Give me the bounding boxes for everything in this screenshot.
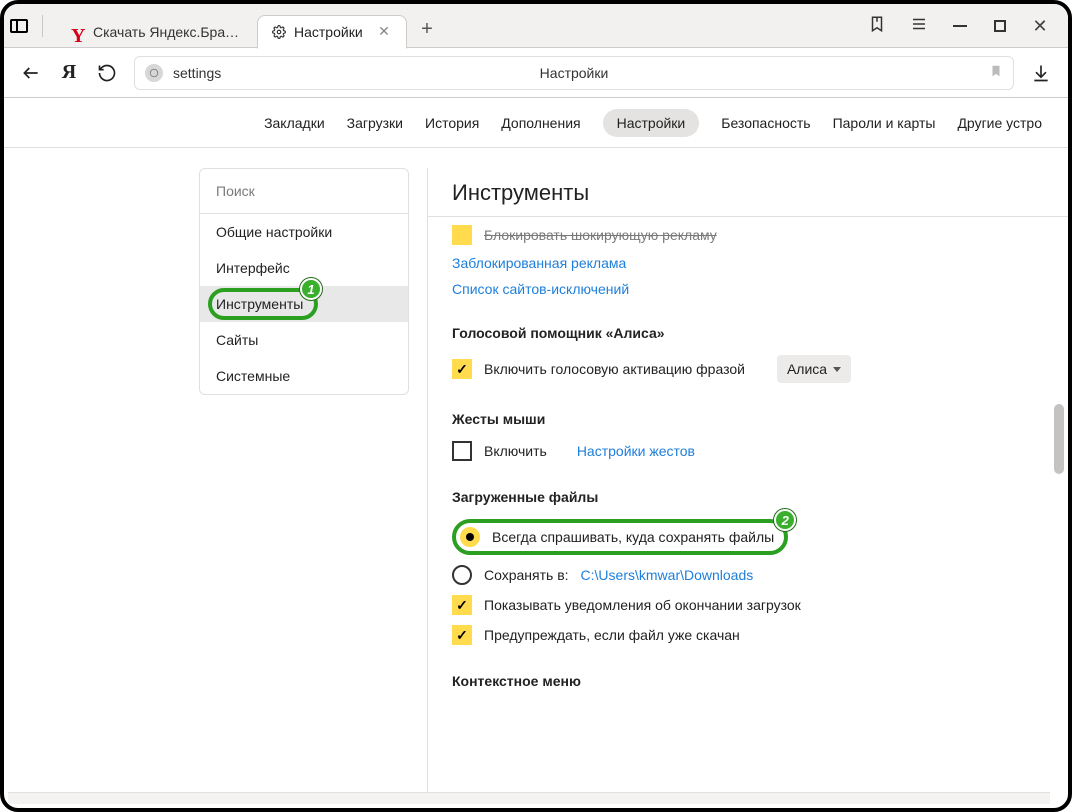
callout-badge-2: 2 (774, 509, 796, 531)
tab-title: Скачать Яндекс.Браузер д (93, 24, 243, 40)
tab-strip: Y Скачать Яндекс.Браузер д Настройки ✕ + (4, 4, 1068, 48)
radio-save-to[interactable] (452, 565, 472, 585)
tab-bookmarks[interactable]: Закладки (264, 115, 325, 131)
group-context-menu-title: Контекстное меню (452, 673, 1044, 689)
downloads-button[interactable] (1030, 62, 1052, 84)
callout-badge-1: 1 (300, 278, 322, 300)
tab-title: Настройки (294, 24, 363, 40)
horizontal-scrollbar[interactable] (8, 792, 1050, 804)
bookmark-flag-icon[interactable] (989, 64, 1003, 82)
link-gesture-settings[interactable]: Настройки жестов (577, 443, 695, 459)
link-download-path[interactable]: C:\Users\kmwar\Downloads (581, 567, 754, 583)
sidebar-toggle-icon[interactable] (10, 19, 28, 33)
cutoff-text: Блокировать шокирующую рекламу (484, 227, 717, 243)
sidebar-item-system[interactable]: Системные (200, 358, 408, 394)
callout-row-always-ask: Всегда спрашивать, куда сохранять файлы … (452, 519, 788, 555)
chevron-down-icon (833, 367, 841, 372)
checkbox-download-notify-label: Показывать уведомления об окончании загр… (484, 597, 801, 613)
checkbox-mouse-label: Включить (484, 443, 547, 459)
tab-active[interactable]: Настройки ✕ (257, 15, 407, 49)
dropdown-value: Алиса (787, 361, 827, 377)
window-close-button[interactable]: ✕ (1032, 18, 1048, 34)
home-yandex-icon[interactable]: Я (58, 62, 80, 84)
settings-content: Инструменты Блокировать шокирующую рекла… (427, 168, 1068, 796)
window-maximize-button[interactable] (992, 18, 1008, 34)
radio-save-to-label: Сохранять в: (484, 567, 569, 583)
tab-security[interactable]: Безопасность (721, 115, 810, 131)
url-field[interactable]: settings Настройки (134, 56, 1014, 90)
checkbox-warn-duplicate-label: Предупреждать, если файл уже скачан (484, 627, 740, 643)
group-alice-title: Голосовой помощник «Алиса» (452, 325, 1044, 341)
address-bar: Я settings Настройки (4, 48, 1068, 98)
settings-sidebar: Поиск Общие настройки Интерфейс Инструме… (199, 168, 409, 395)
reload-button[interactable] (96, 62, 118, 84)
radio-always-ask-label: Всегда спрашивать, куда сохранять файлы (492, 529, 774, 545)
dropdown-alice-phrase[interactable]: Алиса (777, 355, 851, 383)
checkbox-alice-voice-label: Включить голосовую активацию фразой (484, 361, 745, 377)
tab-history[interactable]: История (425, 115, 479, 131)
sidebar-search[interactable]: Поиск (200, 169, 408, 214)
gear-icon (272, 25, 286, 39)
window-controls: ✕ (868, 15, 1062, 36)
new-tab-button[interactable]: + (413, 16, 441, 44)
tab-close-icon[interactable]: ✕ (376, 24, 392, 40)
tab-passwords[interactable]: Пароли и карты (833, 115, 936, 131)
checkbox-cutoff (452, 225, 472, 245)
main-area: Поиск Общие настройки Интерфейс Инструме… (4, 148, 1068, 796)
tab-settings[interactable]: Настройки (603, 109, 700, 137)
checkbox-mouse-gestures[interactable] (452, 441, 472, 461)
settings-tabs: Закладки Загрузки История Дополнения Нас… (4, 98, 1068, 148)
tab-downloads[interactable]: Загрузки (347, 115, 403, 131)
checkbox-download-notify[interactable] (452, 595, 472, 615)
link-exceptions[interactable]: Список сайтов-исключений (452, 281, 629, 297)
favicon-yandex-icon: Y (71, 25, 85, 39)
tab-addons[interactable]: Дополнения (501, 115, 580, 131)
divider (42, 15, 43, 37)
tab-inactive[interactable]: Y Скачать Яндекс.Браузер д (57, 15, 257, 49)
sidebar-item-label: Инструменты (216, 296, 303, 312)
site-info-icon[interactable] (145, 64, 163, 82)
back-button[interactable] (20, 62, 42, 84)
menu-icon[interactable] (910, 15, 928, 36)
url-text: settings (173, 65, 221, 81)
scrollbar-thumb[interactable] (1054, 404, 1064, 474)
page-title-in-urlbar: Настройки (135, 65, 1013, 81)
divider (428, 216, 1068, 217)
app-window: Y Скачать Яндекс.Браузер д Настройки ✕ + (0, 0, 1072, 812)
section-title: Инструменты (452, 180, 1044, 206)
tab-other-devices[interactable]: Другие устро (957, 115, 1042, 131)
radio-always-ask[interactable] (460, 527, 480, 547)
sidebar-item-general[interactable]: Общие настройки (200, 214, 408, 250)
bookmarks-panel-icon[interactable] (868, 15, 886, 36)
window-minimize-button[interactable] (952, 18, 968, 34)
group-mouse-title: Жесты мыши (452, 411, 1044, 427)
checkbox-warn-duplicate[interactable] (452, 625, 472, 645)
sidebar-item-sites[interactable]: Сайты (200, 322, 408, 358)
link-blocked-ads[interactable]: Заблокированная реклама (452, 255, 626, 271)
group-downloads-title: Загруженные файлы (452, 489, 1044, 505)
checkbox-alice-voice[interactable] (452, 359, 472, 379)
sidebar-item-tools[interactable]: Инструменты 1 (200, 286, 408, 322)
